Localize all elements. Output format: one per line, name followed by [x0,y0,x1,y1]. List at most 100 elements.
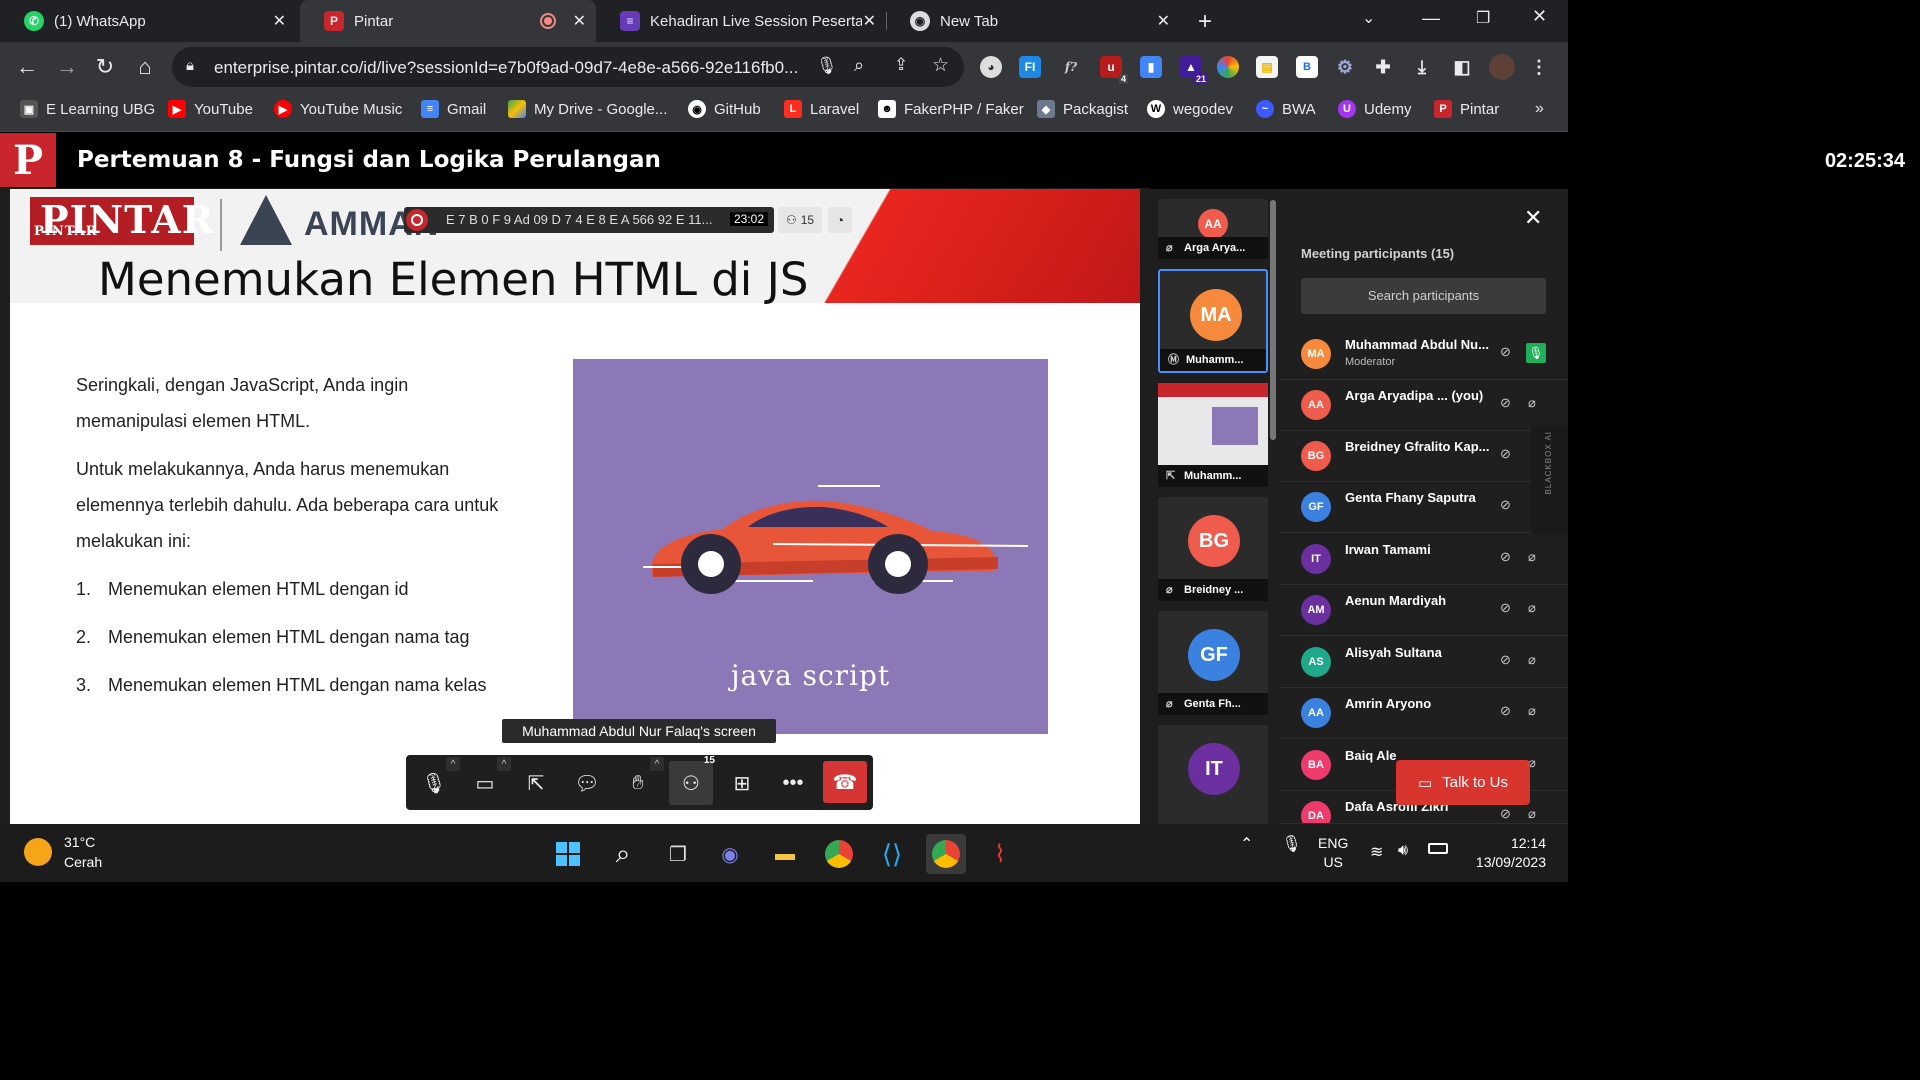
battery-icon[interactable] [1428,843,1448,854]
participant-row[interactable]: AA Arga Aryadipa ... (you) ⊘ ⌀ [1280,380,1568,431]
thumbnail-arga[interactable]: AA ⌀ Arga Arya... [1158,199,1268,259]
new-tab-button[interactable]: + [1198,8,1212,36]
participant-row[interactable]: BG Breidney Gfralito Kap... ⊘ [1280,431,1568,482]
back-button[interactable]: ← [12,52,42,82]
bookmark-star-icon[interactable]: ☆ [932,54,949,77]
talk-to-us-button[interactable]: ▭ Talk to Us [1396,760,1530,805]
more-options-button[interactable]: ••• [773,763,813,803]
tile-view-button[interactable]: ⊞ [722,763,762,803]
toggle-camera-button[interactable]: ▭ ^ [465,757,511,803]
tab-new-tab[interactable]: ◉ New Tab ✕ [886,0,1180,42]
docs-extension-icon[interactable]: ▮ [1140,56,1162,78]
chevron-up-icon[interactable]: ⌃ [1240,836,1253,853]
end-call-button[interactable]: ☎︎ [823,761,867,803]
bookmark-github[interactable]: ◉ GitHub [688,100,761,118]
minimize-button[interactable]: — [1422,8,1440,29]
bookmark-pintar[interactable]: P Pintar [1434,100,1499,118]
participant-row[interactable]: AM Aenun Mardiyah ⊘ ⌀ [1280,585,1568,636]
home-button[interactable]: ⌂ [130,52,160,82]
close-tab-icon[interactable]: ✕ [1157,11,1170,31]
tab-whatsapp[interactable]: ✆ (1) WhatsApp ✕ [0,0,296,42]
gear-extension-icon[interactable]: ⚙ [1334,56,1356,78]
close-tab-icon[interactable]: ✕ [863,11,876,31]
formula-extension-icon[interactable]: f? [1060,56,1082,78]
windows-start-icon[interactable] [548,834,588,874]
tab-kehadiran[interactable]: ≡ Kehadiran Live Session Peserta D ✕ [596,0,886,42]
teams-chat-icon[interactable]: ◉ [710,834,750,874]
bookmark-fakerphp[interactable]: ☻ FakerPHP / Faker [878,100,1024,118]
zoom-icon[interactable]: ⌕ [854,55,864,76]
side-panel-icon[interactable]: ◧ [1451,56,1473,78]
participant-row[interactable]: IT Irwan Tamami ⊘ ⌀ [1280,534,1568,585]
close-tab-icon[interactable]: ✕ [273,11,286,31]
bookmark-youtube[interactable]: ▶ YouTube [168,100,253,118]
vscode-icon[interactable]: ⟨⟩ [872,834,912,874]
close-panel-icon[interactable]: ✕ [1524,205,1542,231]
wifi-icon[interactable]: ≋ [1370,842,1383,862]
close-window-button[interactable]: ✕ [1532,6,1547,27]
acrobat-icon[interactable]: ⌇ [980,834,1020,874]
blackbox-ai-sidebar-tab[interactable]: BLACKBOX AI [1531,425,1568,535]
record-icon[interactable] [406,209,428,231]
microphone-icon[interactable]: 🎙︎ [1281,836,1301,853]
notes-extension-icon[interactable]: ▤ [1256,56,1278,78]
chevron-up-icon[interactable]: ^ [446,757,460,771]
volume-icon[interactable]: 🔊︎ [1398,842,1408,860]
url-text[interactable]: enterprise.pintar.co/id/live?sessionId=e… [214,58,814,78]
spy-extension-icon[interactable]: ◕ [980,56,1002,78]
share-screen-button[interactable]: ⇱ [516,763,556,803]
thumbnail-genta[interactable]: GF ⌀ Genta Fh... [1158,611,1268,715]
chat-button[interactable]: 💬︎ [567,763,607,803]
ublock-extension-icon[interactable]: u4 [1100,56,1128,84]
fi-extension-icon[interactable]: FI [1019,56,1041,78]
close-tab-icon[interactable]: ✕ [573,11,586,31]
raise-hand-button[interactable]: ✋︎ ^ [618,757,664,803]
chevron-up-icon[interactable]: ^ [650,757,664,771]
thumbnail-scrollbar[interactable] [1270,200,1276,440]
thumbnail-irwan[interactable]: IT [1158,725,1268,824]
bookmark-my-drive[interactable]: My Drive - Google... [508,100,667,118]
weather-widget[interactable]: 31°C Cerah [24,832,102,872]
chevron-up-icon[interactable]: ^ [497,757,511,771]
input-language[interactable]: ENG US [1318,834,1348,872]
more-bookmarks-chevron-icon[interactable]: » [1535,100,1544,118]
task-view-icon[interactable]: ❐ [658,834,698,874]
bookmark-laravel[interactable]: L Laravel [784,100,859,118]
participant-row[interactable]: GF Genta Fhany Saputra ⊘ [1280,482,1568,533]
bookmark-packagist[interactable]: ◆ Packagist [1037,100,1128,118]
participants-button[interactable]: ⚇ 15 [669,755,715,805]
color-picker-extension-icon[interactable] [1217,56,1239,78]
system-clock[interactable]: 12:14 13/09/2023 [1466,834,1546,872]
tab-pintar[interactable]: P Pintar ✕ [300,0,596,42]
bookmark-udemy[interactable]: U Udemy [1338,100,1412,118]
share-icon[interactable]: ⇪ [894,55,908,75]
speedometer-icon[interactable]: ◔ [828,207,852,233]
search-participants-input[interactable]: Search participants [1301,278,1546,314]
counter-extension-icon[interactable]: 21 ▲ [1180,56,1208,84]
bookmark-bwa[interactable]: ~ BWA [1256,100,1316,118]
thumbnail-breidney[interactable]: BG ⌀ Breidney ... [1158,497,1268,601]
search-icon[interactable]: ⌕ [603,834,643,874]
chrome-profile-taskbar-icon[interactable] [926,834,966,874]
microphone-icon[interactable]: 🎙︎ [816,56,838,76]
extensions-puzzle-icon[interactable]: ✚ [1372,56,1394,78]
forward-button[interactable]: → [52,52,82,82]
participant-row[interactable]: MA Muhammad Abdul Nu... Moderator ⊘ 🎙︎ [1280,329,1568,380]
bookmark-elearning[interactable]: ▣ E Learning UBG [20,100,155,118]
thumbnail-muhammad[interactable]: MA Ⓜ Muhamm... [1158,269,1268,373]
address-bar[interactable]: 🔒︎ enterprise.pintar.co/id/live?sessionI… [172,47,964,87]
thumbnail-screen-share[interactable]: ⇱ Muhamm... [1158,383,1268,487]
participant-row[interactable]: AA Amrin Aryono ⊘ ⌀ [1280,688,1568,739]
bookmark-wegodev[interactable]: Wwegodev [1147,100,1233,118]
tab-search-icon[interactable]: ⌄ [1362,8,1375,28]
b-extension-icon[interactable]: B [1296,56,1318,78]
bookmark-gmail[interactable]: ≡ Gmail [421,100,486,118]
mute-microphone-button[interactable]: 🎙︎ ^ [414,757,460,803]
bookmark-youtube-music[interactable]: ▶ YouTube Music [274,100,402,118]
restore-button[interactable]: ❐ [1476,8,1490,28]
chrome-taskbar-icon[interactable] [819,834,859,874]
menu-kebab-icon[interactable]: ⋮ [1528,56,1550,78]
participant-row[interactable]: AS Alisyah Sultana ⊘ ⌀ [1280,637,1568,688]
download-icon[interactable]: ⤓ [1411,56,1433,78]
reload-button[interactable]: ↻ [90,52,120,82]
